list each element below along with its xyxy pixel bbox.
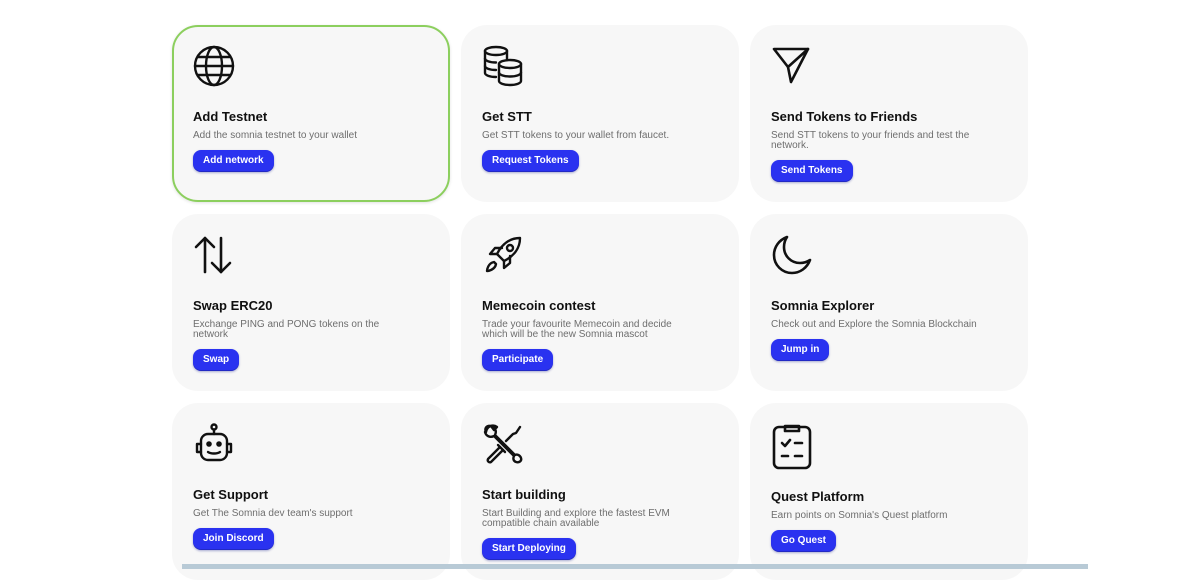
database-coins-icon bbox=[482, 45, 524, 87]
card-description: Start Building and explore the fastest E… bbox=[482, 508, 670, 529]
globe-icon bbox=[193, 45, 235, 87]
jump-in-button[interactable]: Jump in bbox=[771, 339, 830, 361]
card-get-support[interactable]: Get Support Get The Somnia dev team's su… bbox=[172, 403, 450, 580]
rocket-icon bbox=[482, 234, 524, 276]
card-description: Get STT tokens to your wallet from fauce… bbox=[482, 130, 670, 141]
card-description: Send STT tokens to your friends and test… bbox=[771, 130, 970, 151]
clipboard-check-icon bbox=[771, 423, 813, 471]
go-quest-button[interactable]: Go Quest bbox=[771, 530, 837, 552]
participate-button[interactable]: Participate bbox=[482, 349, 554, 371]
add-network-button[interactable]: Add network bbox=[193, 150, 274, 172]
card-title: Memecoin contest bbox=[482, 298, 596, 313]
card-grid: Add Testnet Add the somnia testnet to yo… bbox=[172, 25, 1028, 580]
card-memecoin-contest[interactable]: Memecoin contest Trade your favourite Me… bbox=[461, 214, 739, 391]
card-description: Exchange PING and PONG tokens on the net… bbox=[193, 319, 380, 340]
card-get-stt[interactable]: Get STT Get STT tokens to your wallet fr… bbox=[461, 25, 739, 202]
card-description: Add the somnia testnet to your wallet bbox=[193, 130, 357, 141]
card-title: Send Tokens to Friends bbox=[771, 109, 918, 124]
swap-button[interactable]: Swap bbox=[193, 349, 240, 371]
card-title: Start building bbox=[482, 487, 566, 502]
tools-icon bbox=[482, 423, 524, 465]
bottom-strip bbox=[182, 564, 1088, 569]
paper-plane-icon bbox=[771, 45, 813, 87]
card-description: Check out and Explore the Somnia Blockch… bbox=[771, 319, 977, 330]
card-title: Get STT bbox=[482, 109, 532, 124]
robot-icon bbox=[193, 423, 235, 465]
request-tokens-button[interactable]: Request Tokens bbox=[482, 150, 579, 172]
join-discord-button[interactable]: Join Discord bbox=[193, 528, 274, 550]
card-add-testnet[interactable]: Add Testnet Add the somnia testnet to yo… bbox=[172, 25, 450, 202]
card-somnia-explorer[interactable]: Somnia Explorer Check out and Explore th… bbox=[750, 214, 1028, 391]
card-swap-erc20[interactable]: Swap ERC20 Exchange PING and PONG tokens… bbox=[172, 214, 450, 391]
card-description: Trade your favourite Memecoin and decide… bbox=[482, 319, 672, 340]
moon-icon bbox=[771, 234, 813, 276]
card-start-building[interactable]: Start building Start Building and explor… bbox=[461, 403, 739, 580]
card-title: Add Testnet bbox=[193, 109, 268, 124]
swap-arrows-icon bbox=[193, 234, 235, 276]
card-description: Earn points on Somnia's Quest platform bbox=[771, 510, 948, 521]
card-title: Get Support bbox=[193, 487, 269, 502]
send-tokens-button[interactable]: Send Tokens bbox=[771, 160, 853, 182]
card-quest-platform[interactable]: Quest Platform Earn points on Somnia's Q… bbox=[750, 403, 1028, 580]
card-title: Swap ERC20 bbox=[193, 298, 273, 313]
card-description: Get The Somnia dev team's support bbox=[193, 508, 353, 519]
card-title: Somnia Explorer bbox=[771, 298, 875, 313]
card-title: Quest Platform bbox=[771, 489, 865, 504]
start-deploying-button[interactable]: Start Deploying bbox=[482, 538, 576, 560]
card-send-tokens[interactable]: Send Tokens to Friends Send STT tokens t… bbox=[750, 25, 1028, 202]
